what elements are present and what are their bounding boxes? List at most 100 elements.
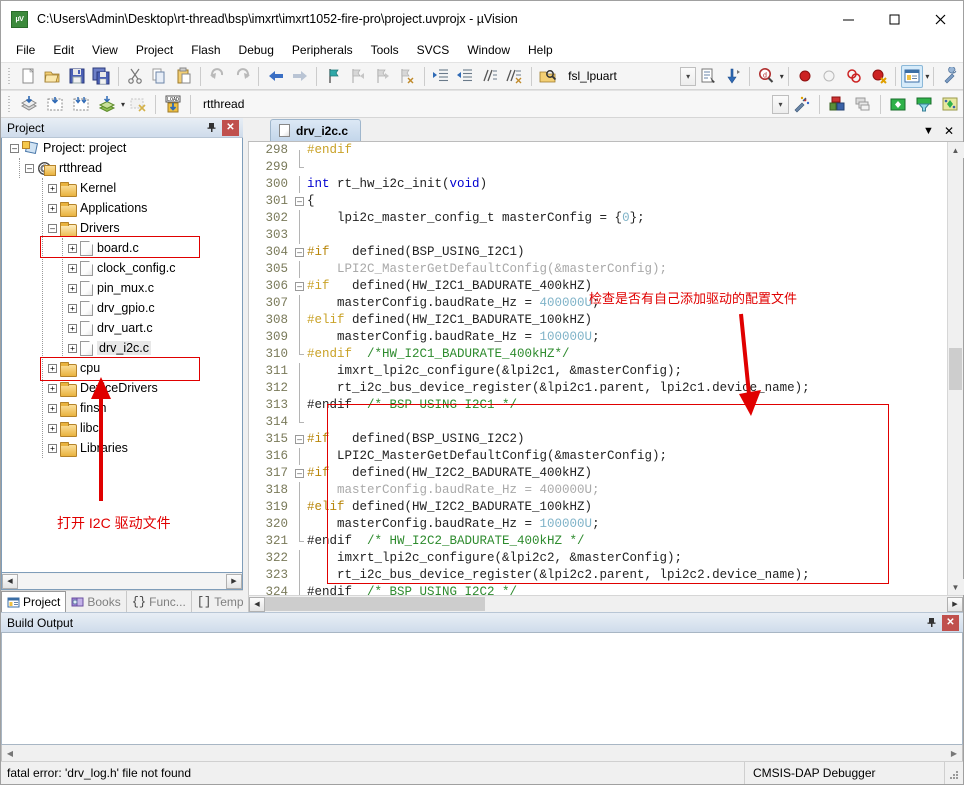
tree-item-drv-i2c-c[interactable]: + drv_i2c.c	[2, 338, 242, 358]
target-combo-dropdown[interactable]: ▾	[772, 95, 789, 114]
build-output-body[interactable]	[1, 632, 963, 745]
manage-runtime-icon[interactable]	[825, 93, 849, 116]
menu-tools[interactable]: Tools	[362, 40, 408, 60]
expander-icon[interactable]: +	[48, 444, 57, 453]
hscroll-thumb[interactable]	[265, 597, 485, 611]
fold-column[interactable]	[293, 482, 307, 499]
fold-column[interactable]	[293, 397, 307, 414]
redo-icon[interactable]	[231, 65, 254, 88]
fold-toggle-icon[interactable]: –	[295, 435, 304, 444]
fold-column[interactable]	[293, 363, 307, 380]
menu-project[interactable]: Project	[127, 40, 182, 60]
fold-column[interactable]: –	[293, 193, 307, 210]
pin-icon[interactable]	[203, 120, 220, 136]
stop-build-icon[interactable]	[126, 93, 150, 116]
menu-help[interactable]: Help	[519, 40, 562, 60]
fold-column[interactable]	[293, 584, 307, 595]
arrow-right-icon[interactable]: ▶	[946, 746, 962, 761]
menu-view[interactable]: View	[83, 40, 127, 60]
magnifier-d-icon[interactable]: d	[755, 65, 778, 88]
bookmark-prev-icon[interactable]	[347, 65, 370, 88]
expander-icon[interactable]: +	[68, 284, 77, 293]
open-file-icon[interactable]	[41, 65, 64, 88]
tree-item-drivers[interactable]: – Drivers	[2, 218, 242, 238]
batch-build-dropdown-icon[interactable]: ▾	[121, 100, 125, 109]
bookmark-next-icon[interactable]	[371, 65, 394, 88]
fold-column[interactable]	[293, 312, 307, 329]
tree-item-board-c[interactable]: + board.c	[2, 238, 242, 258]
build-target-icon[interactable]	[43, 93, 67, 116]
expander-icon[interactable]: +	[48, 404, 57, 413]
menu-edit[interactable]: Edit	[44, 40, 83, 60]
target-combo[interactable]: rtthread	[197, 95, 337, 114]
expander-icon[interactable]: +	[48, 364, 57, 373]
tree-item-libc[interactable]: + libc	[2, 418, 242, 438]
fold-column[interactable]	[293, 414, 307, 431]
download-icon[interactable]: LOAD	[161, 93, 185, 116]
close-icon[interactable]: ✕	[942, 615, 959, 631]
target-options-icon[interactable]	[790, 93, 814, 116]
navigate-forward-icon[interactable]	[289, 65, 312, 88]
editor-tab-drv-i2c-c[interactable]: drv_i2c.c	[270, 119, 361, 141]
fold-column[interactable]: –	[293, 244, 307, 261]
expander-icon[interactable]: +	[48, 424, 57, 433]
uncomment-icon[interactable]	[503, 65, 526, 88]
menu-peripherals[interactable]: Peripherals	[283, 40, 362, 60]
tree-item-project[interactable]: – Project: project	[2, 138, 242, 158]
close-button[interactable]	[917, 1, 963, 38]
component-manage-icon[interactable]	[938, 93, 962, 116]
fold-column[interactable]	[293, 567, 307, 584]
component-filter-icon[interactable]	[912, 93, 936, 116]
expander-icon[interactable]: +	[48, 384, 57, 393]
magnifier-dropdown-icon[interactable]: ▾	[780, 72, 784, 81]
paste-icon[interactable]	[173, 65, 196, 88]
fold-toggle-icon[interactable]: –	[295, 248, 304, 257]
fold-column[interactable]	[293, 261, 307, 278]
minimize-button[interactable]	[825, 1, 871, 38]
menu-flash[interactable]: Flash	[182, 40, 229, 60]
tree-item-libraries[interactable]: + Libraries	[2, 438, 242, 458]
fold-column[interactable]: –	[293, 431, 307, 448]
expander-icon[interactable]: –	[10, 144, 19, 153]
indent-icon[interactable]	[429, 65, 452, 88]
chevron-down-icon[interactable]: ▼	[948, 579, 964, 595]
menu-window[interactable]: Window	[458, 40, 519, 60]
expander-icon[interactable]: –	[48, 224, 57, 233]
tree-item-clock-config-c[interactable]: + clock_config.c	[2, 258, 242, 278]
copy-icon[interactable]	[148, 65, 171, 88]
expander-icon[interactable]: +	[68, 264, 77, 273]
toolbar-grip[interactable]	[6, 66, 13, 86]
build-file-icon[interactable]	[17, 93, 41, 116]
resize-grip-icon[interactable]	[945, 762, 963, 784]
fold-column[interactable]	[293, 210, 307, 227]
find-combo-dropdown[interactable]: ▾	[680, 67, 696, 86]
disable-all-breakpoints-icon[interactable]	[867, 65, 890, 88]
menu-svcs[interactable]: SVCS	[408, 40, 459, 60]
navigate-back-icon[interactable]	[264, 65, 287, 88]
expander-icon[interactable]: +	[68, 324, 77, 333]
fold-column[interactable]	[293, 533, 307, 550]
arrow-left-icon[interactable]: ◀	[249, 597, 265, 612]
project-tree[interactable]: – Project: project – rtthread + Kernel	[1, 138, 243, 573]
save-all-icon[interactable]	[90, 65, 113, 88]
menu-debug[interactable]: Debug	[230, 40, 283, 60]
editor-vscrollbar[interactable]: ▲ ▼	[947, 142, 963, 595]
hscroll-track[interactable]	[18, 574, 226, 589]
tree-item-kernel[interactable]: + Kernel	[2, 178, 242, 198]
fold-column[interactable]	[293, 550, 307, 567]
tree-item-drv-gpio-c[interactable]: + drv_gpio.c	[2, 298, 242, 318]
multi-project-icon[interactable]	[851, 93, 875, 116]
expander-icon[interactable]: +	[68, 244, 77, 253]
maximize-button[interactable]	[871, 1, 917, 38]
fold-column[interactable]	[293, 499, 307, 516]
fold-column[interactable]	[293, 516, 307, 533]
expander-icon[interactable]: +	[68, 344, 77, 353]
fold-column[interactable]	[293, 329, 307, 346]
close-icon[interactable]: ✕	[222, 120, 239, 136]
tree-item-cpu[interactable]: + cpu	[2, 358, 242, 378]
fold-toggle-icon[interactable]: –	[295, 469, 304, 478]
close-icon[interactable]: ✕	[944, 124, 954, 138]
insert-breakpoint-icon[interactable]	[794, 65, 817, 88]
outdent-icon[interactable]	[454, 65, 477, 88]
fold-column[interactable]	[293, 380, 307, 397]
